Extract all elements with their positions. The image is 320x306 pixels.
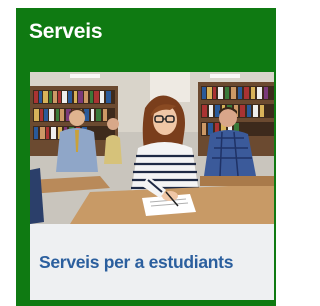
services-panel: Serveis Serveis per a estudiants xyxy=(16,8,276,306)
students-in-classroom-photo xyxy=(30,72,274,224)
card-label[interactable]: Serveis per a estudiants xyxy=(39,252,233,273)
section-title: Serveis xyxy=(29,20,103,43)
students-services-card[interactable]: Serveis per a estudiants xyxy=(30,72,274,300)
card-caption[interactable]: Serveis per a estudiants xyxy=(30,224,274,300)
